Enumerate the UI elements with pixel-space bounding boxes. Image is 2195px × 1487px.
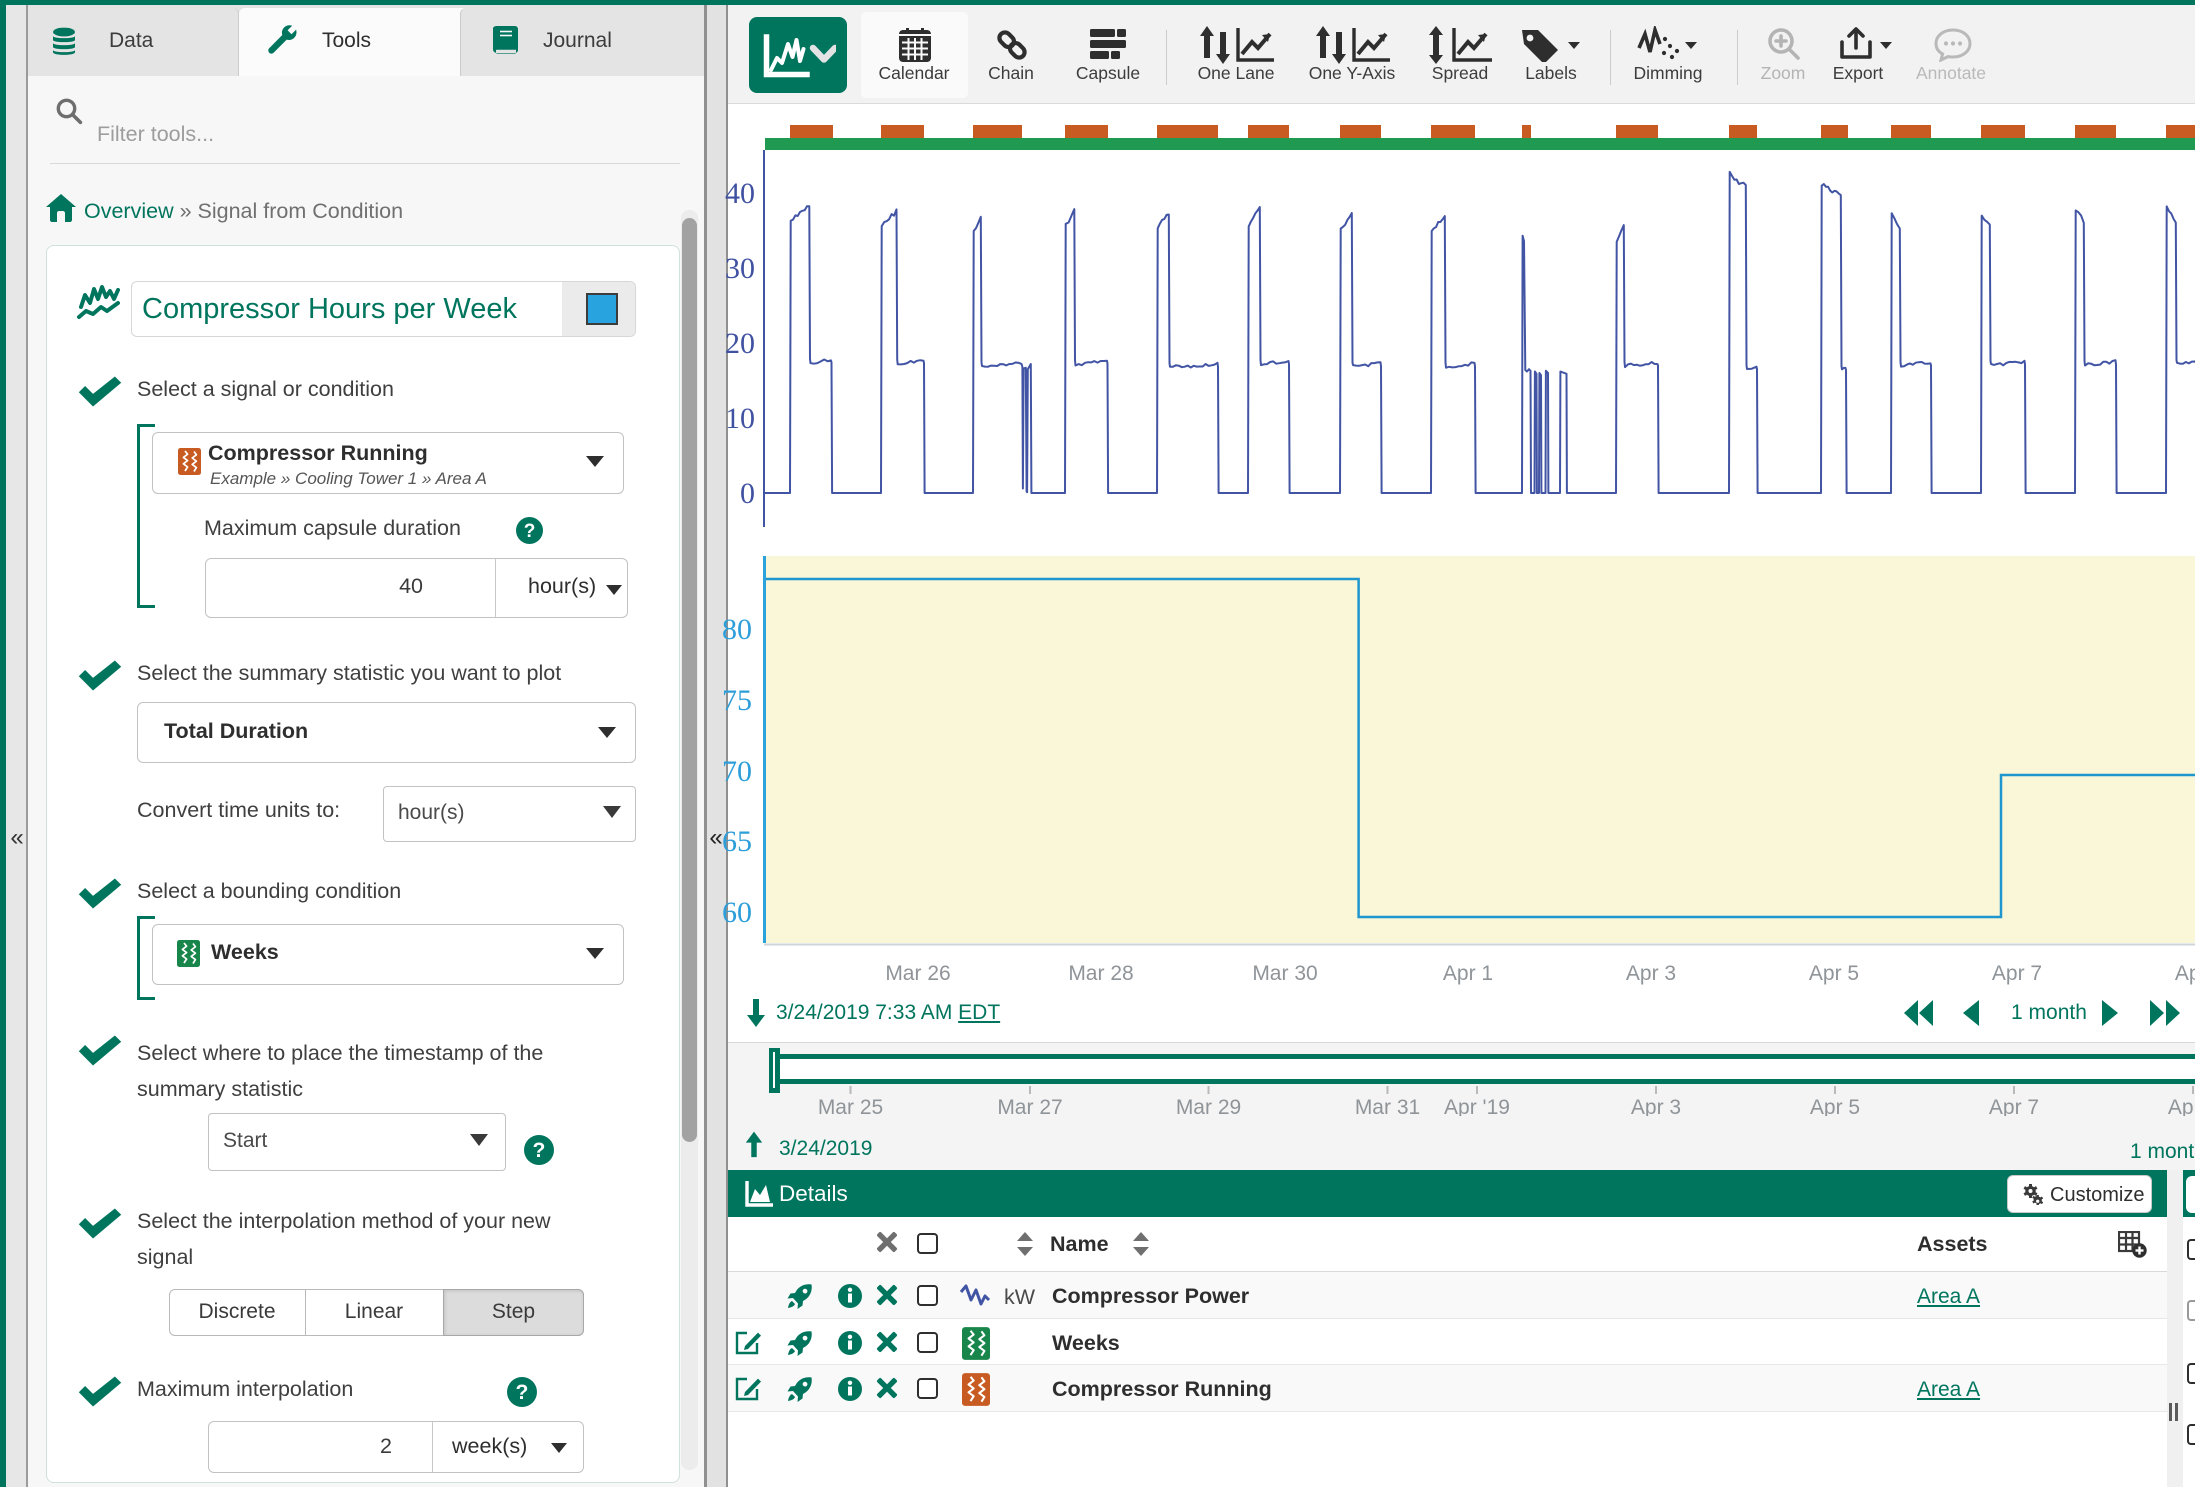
svg-text:Apr 3: Apr 3 [1626,962,1676,985]
svg-text:Apr 9: Apr 9 [2168,1096,2195,1116]
svg-text:0: 0 [740,477,755,510]
svg-text:Apr 1: Apr 1 [1443,962,1493,985]
svg-text:20: 20 [725,327,755,360]
svg-text:Apr 7: Apr 7 [1989,1096,2039,1116]
svg-text:30: 30 [725,252,755,285]
svg-text:Mar 31: Mar 31 [1355,1096,1420,1116]
svg-text:Apr 5: Apr 5 [1810,1096,1860,1116]
svg-text:?: ? [516,1381,529,1404]
svg-text:40: 40 [725,177,755,210]
svg-text:Mar 27: Mar 27 [997,1096,1062,1116]
svg-text:Mar 29: Mar 29 [1176,1096,1241,1116]
svg-text:Apr 5: Apr 5 [1809,962,1859,985]
svg-text:65: 65 [722,825,752,858]
svg-text:75: 75 [722,684,752,717]
svg-text:Apr 7: Apr 7 [1992,962,2042,985]
svg-text:Mar 25: Mar 25 [818,1096,883,1116]
svg-text:70: 70 [722,755,752,788]
svg-text:Apr 3: Apr 3 [1631,1096,1681,1116]
svg-text:80: 80 [722,613,752,646]
svg-text:Mar 30: Mar 30 [1252,962,1317,985]
svg-text:Apr '19: Apr '19 [1444,1096,1510,1116]
svg-text:Mar 28: Mar 28 [1068,962,1133,985]
svg-text:60: 60 [722,896,752,929]
svg-text:Apr 9: Apr 9 [2175,962,2195,985]
svg-text:Mar 26: Mar 26 [885,962,950,985]
svg-text:?: ? [524,521,536,542]
svg-text:10: 10 [725,402,755,435]
svg-text:?: ? [533,1139,546,1162]
